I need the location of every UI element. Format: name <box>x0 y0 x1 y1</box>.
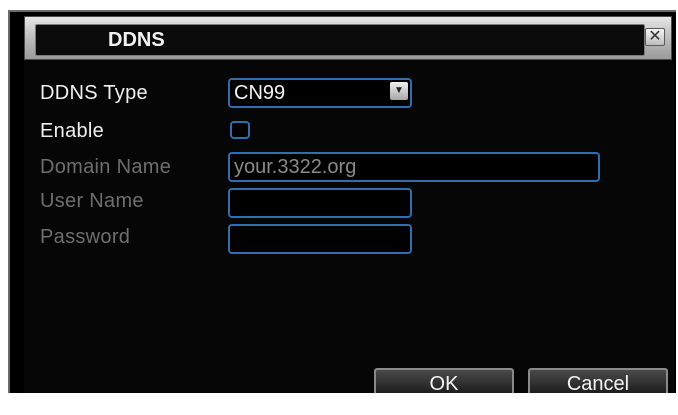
chevron-down-icon[interactable]: ▼ <box>390 82 408 100</box>
ddns-dialog: DDNS ✕ DDNS Type CN99 ▼ Enable Domain Na… <box>0 0 678 415</box>
close-icon: ✕ <box>648 28 662 45</box>
password-field[interactable] <box>228 224 412 254</box>
close-button[interactable]: ✕ <box>645 28 665 46</box>
title-bar: DDNS ✕ <box>24 16 672 60</box>
bottom-strip <box>0 393 678 415</box>
ddns-type-value: CN99 <box>234 82 286 104</box>
title-bar-inner: DDNS <box>35 24 645 56</box>
domain-name-label: Domain Name <box>40 156 172 178</box>
password-label: Password <box>40 226 131 248</box>
form-panel: DDNS Type CN99 ▼ Enable Domain Name your… <box>24 60 674 405</box>
domain-name-value: your.3322.org <box>234 156 357 178</box>
domain-name-field[interactable]: your.3322.org <box>228 152 600 182</box>
ddns-type-select[interactable]: CN99 ▼ <box>228 78 412 108</box>
ddns-type-label: DDNS Type <box>40 82 148 104</box>
enable-checkbox[interactable] <box>230 121 250 139</box>
left-edge <box>0 10 8 393</box>
user-name-label: User Name <box>40 190 144 212</box>
enable-label: Enable <box>40 120 105 142</box>
dialog-title: DDNS <box>108 29 165 51</box>
user-name-field[interactable] <box>228 188 412 218</box>
dialog-frame: DDNS ✕ DDNS Type CN99 ▼ Enable Domain Na… <box>8 10 676 415</box>
